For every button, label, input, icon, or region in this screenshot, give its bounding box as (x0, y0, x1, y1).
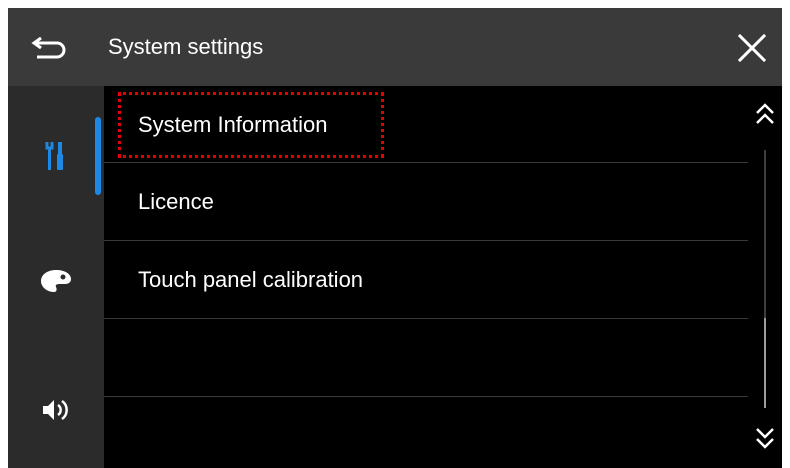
back-arrow-icon (31, 36, 66, 59)
scroll-down-button[interactable] (748, 420, 782, 456)
sidebar-item-display[interactable] (8, 241, 104, 321)
list-item-label: Licence (138, 189, 214, 214)
header-bar: System settings (8, 8, 782, 86)
scroll-column (748, 86, 782, 468)
palette-icon (41, 270, 71, 292)
back-button[interactable] (26, 28, 76, 66)
double-chevron-down-icon (756, 428, 774, 449)
list-item-touch-panel-calibration[interactable]: Touch panel calibration (104, 241, 748, 319)
speaker-icon (43, 399, 68, 421)
close-icon (737, 33, 767, 63)
device-screen: System settings System Information Licen… (8, 8, 782, 468)
double-chevron-up-icon (756, 103, 774, 124)
sidebar (8, 86, 104, 468)
highlight-annotation (118, 92, 384, 158)
list-item-empty (104, 397, 748, 468)
list-item-licence[interactable]: Licence (104, 163, 748, 241)
close-button[interactable] (732, 28, 772, 68)
active-indicator (95, 117, 101, 195)
list-item-system-information[interactable]: System Information (104, 86, 748, 163)
list-item-label: Touch panel calibration (138, 267, 364, 292)
page-title: System settings (108, 34, 264, 59)
settings-list: System Information Licence Touch panel c… (104, 86, 748, 468)
scroll-up-button[interactable] (748, 96, 782, 132)
sidebar-item-sound[interactable] (8, 370, 104, 450)
list-item-empty (104, 319, 748, 397)
sidebar-item-system[interactable] (8, 116, 104, 196)
tools-icon (45, 142, 63, 170)
scrollbar-thumb[interactable] (764, 318, 766, 408)
